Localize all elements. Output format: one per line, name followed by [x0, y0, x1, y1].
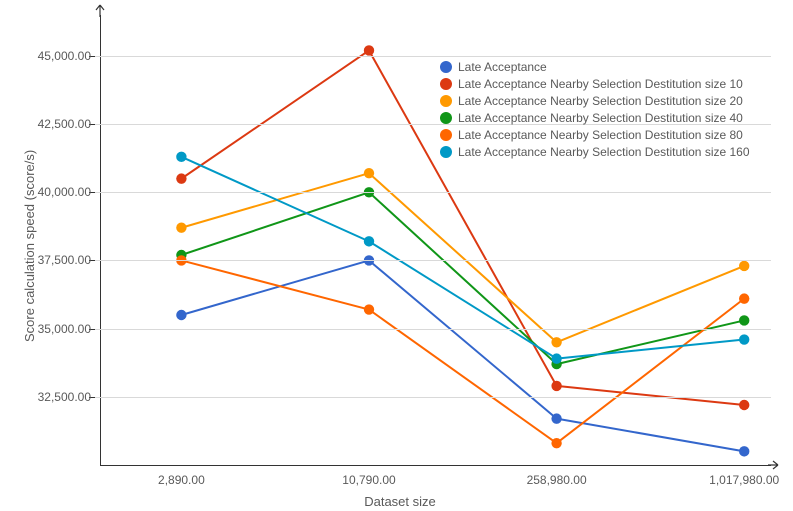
y-axis-arrow	[95, 3, 105, 17]
legend-dot-icon	[440, 112, 452, 124]
legend-dot-icon	[440, 146, 452, 158]
series-point	[176, 310, 186, 320]
series-line	[181, 260, 744, 451]
series-line	[181, 260, 744, 443]
series-point	[551, 381, 561, 391]
series-point	[176, 223, 186, 233]
x-tick-label: 258,980.00	[527, 473, 587, 487]
series-point	[176, 152, 186, 162]
chart-container: 32,500.00 35,000.00 37,500.00 40,000.00 42,5…	[0, 0, 793, 511]
legend-item: Late Acceptance	[440, 59, 750, 75]
legend-label: Late Acceptance Nearby Selection Destitu…	[458, 127, 743, 143]
series-point	[739, 293, 749, 303]
series-point	[739, 261, 749, 271]
legend-item: Late Acceptance Nearby Selection Destitu…	[440, 127, 750, 143]
x-axis-arrow	[768, 460, 782, 470]
y-gridline	[95, 397, 771, 398]
legend-label: Late Acceptance Nearby Selection Destitu…	[458, 93, 743, 109]
x-tick-label: 2,890.00	[158, 473, 205, 487]
series-point	[551, 337, 561, 347]
legend-label: Late Acceptance Nearby Selection Destitu…	[458, 76, 743, 92]
legend-label: Late Acceptance Nearby Selection Destitu…	[458, 144, 750, 160]
y-axis-title: Score calculation speed (score/s)	[22, 150, 37, 342]
series-point	[364, 304, 374, 314]
y-tick-label: 45,000.00	[38, 49, 91, 63]
y-tick-label: 40,000.00	[38, 185, 91, 199]
series-point	[739, 315, 749, 325]
series-point	[176, 173, 186, 183]
y-tick-label: 35,000.00	[38, 322, 91, 336]
legend-label: Late Acceptance Nearby Selection Destitu…	[458, 110, 743, 126]
series-point	[364, 168, 374, 178]
legend-item: Late Acceptance Nearby Selection Destitu…	[440, 110, 750, 126]
legend: Late AcceptanceLate Acceptance Nearby Se…	[440, 59, 750, 161]
y-gridline	[95, 56, 771, 57]
series-point	[739, 400, 749, 410]
y-tick-label: 42,500.00	[38, 117, 91, 131]
x-tick-label: 1,017,980.00	[709, 473, 779, 487]
series-point	[364, 45, 374, 55]
legend-item: Late Acceptance Nearby Selection Destitu…	[440, 144, 750, 160]
x-axis-title: Dataset size	[364, 494, 436, 509]
series-line	[181, 173, 744, 342]
series-point	[364, 236, 374, 246]
legend-dot-icon	[440, 95, 452, 107]
legend-label: Late Acceptance	[458, 59, 547, 75]
y-gridline	[95, 329, 771, 330]
series-point	[551, 413, 561, 423]
series-point	[739, 334, 749, 344]
y-gridline	[95, 260, 771, 261]
legend-dot-icon	[440, 129, 452, 141]
y-tick-label: 32,500.00	[38, 390, 91, 404]
y-tick-label: 37,500.00	[38, 253, 91, 267]
legend-item: Late Acceptance Nearby Selection Destitu…	[440, 76, 750, 92]
legend-dot-icon	[440, 61, 452, 73]
y-gridline	[95, 192, 771, 193]
series-point	[739, 446, 749, 456]
x-tick-label: 10,790.00	[342, 473, 395, 487]
series-point	[551, 438, 561, 448]
legend-item: Late Acceptance Nearby Selection Destitu…	[440, 93, 750, 109]
legend-dot-icon	[440, 78, 452, 90]
series-point	[551, 353, 561, 363]
